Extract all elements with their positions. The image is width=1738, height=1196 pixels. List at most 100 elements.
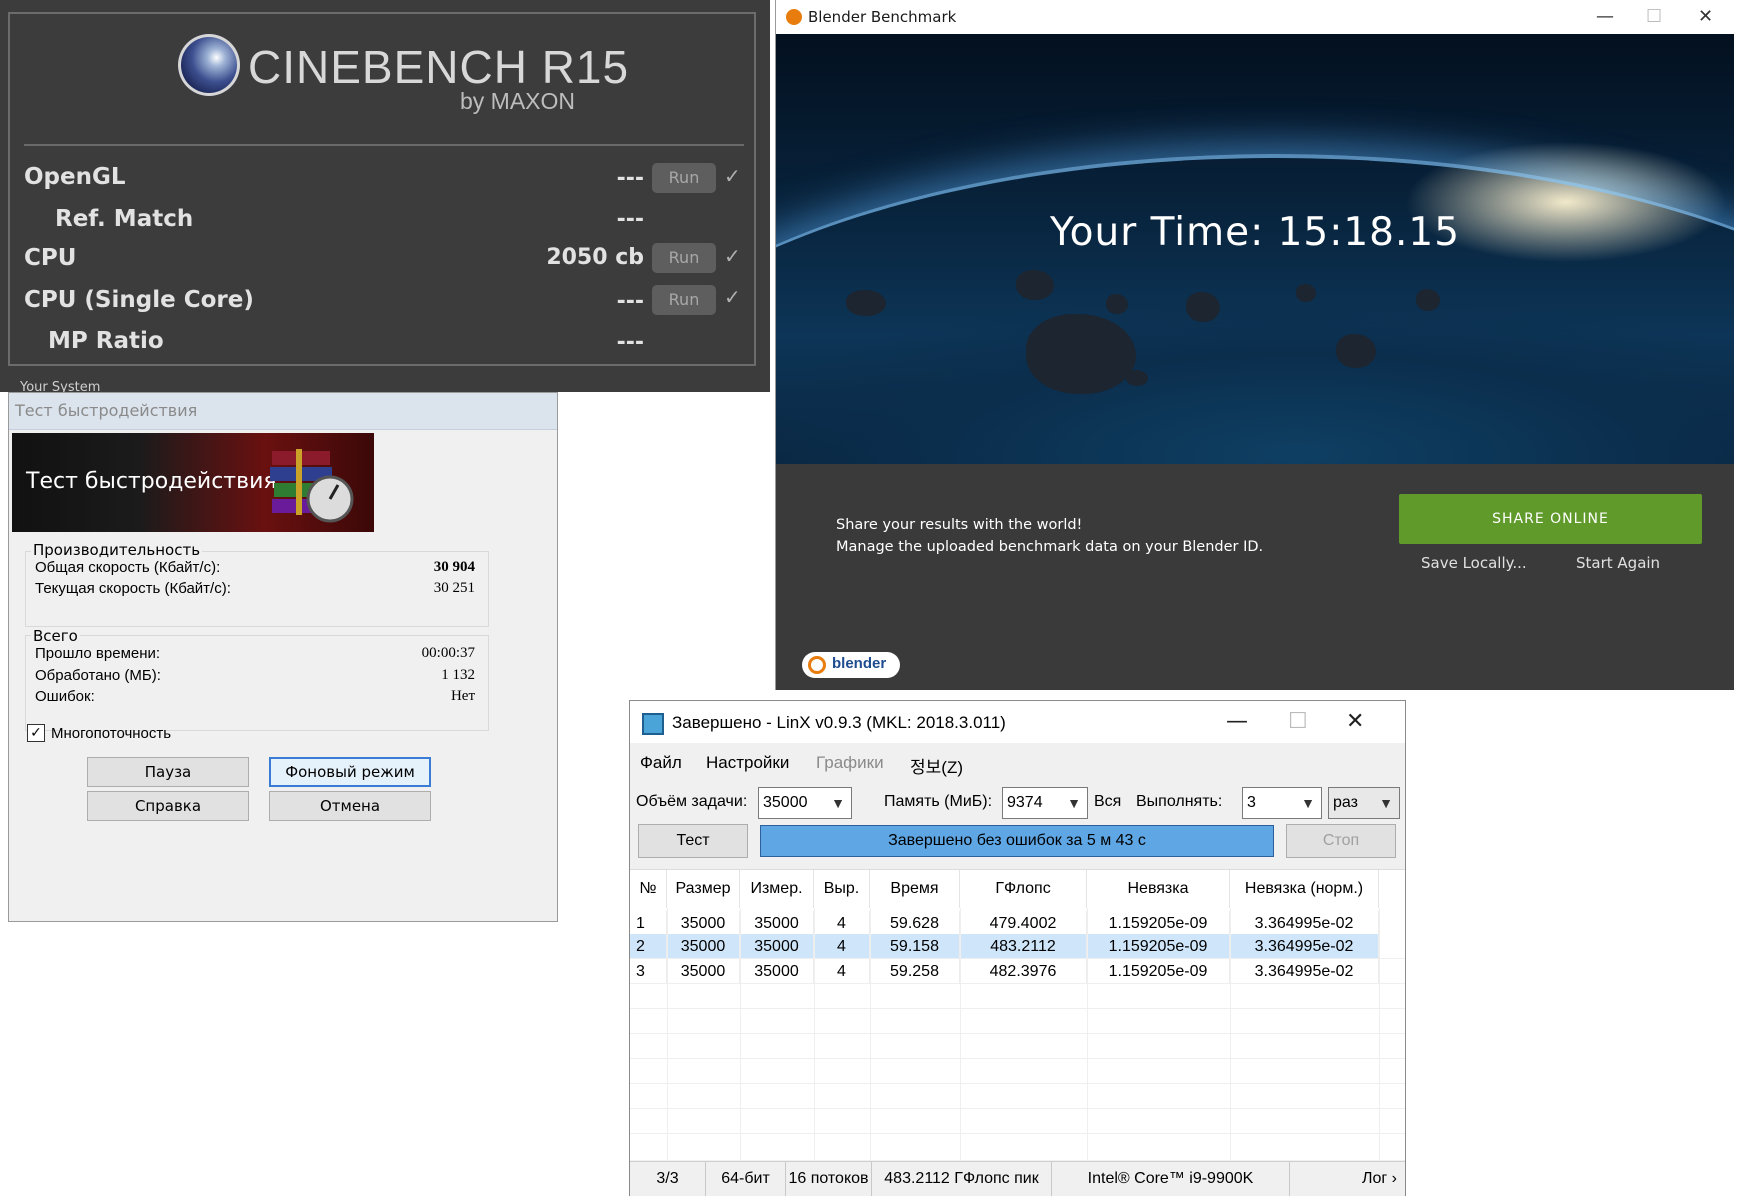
table-cell[interactable]: 4: [814, 959, 870, 984]
menu-file[interactable]: Файл: [640, 753, 682, 773]
status-runs: 3/3: [630, 1162, 706, 1196]
processed-value: 1 132: [441, 667, 475, 683]
errors-label: Ошибок:: [35, 688, 95, 705]
multithread-label[interactable]: Многопоточность: [51, 725, 171, 742]
close-icon[interactable]: ✕: [1346, 709, 1364, 734]
total-group-label: Всего: [31, 627, 80, 645]
table-cell[interactable]: 4: [814, 934, 870, 959]
cpu-single-label: CPU (Single Core): [24, 287, 254, 313]
table-cell[interactable]: 35000: [740, 959, 814, 984]
opengl-run-button[interactable]: Run: [652, 163, 716, 193]
table-cell[interactable]: 2: [630, 934, 667, 959]
all-memory-label[interactable]: Вся: [1094, 793, 1121, 811]
col-header-residual-norm[interactable]: Невязка (норм.): [1230, 870, 1379, 908]
problem-size-value: 35000: [763, 794, 808, 811]
asteroid: [1186, 292, 1220, 322]
table-cell[interactable]: 35000: [667, 959, 740, 984]
winrar-titlebar[interactable]: Тест быстродействия: [9, 393, 557, 430]
run-unit-combo[interactable]: раз ▼: [1328, 787, 1400, 819]
table-cell[interactable]: 59.158: [870, 934, 960, 959]
table-cell[interactable]: 35000: [667, 911, 740, 936]
cpu-single-run-button[interactable]: Run: [652, 285, 716, 315]
table-cell[interactable]: 35000: [740, 934, 814, 959]
cpu-check-icon[interactable]: ✓: [724, 244, 741, 268]
memory-combo[interactable]: 9374 ▼: [1002, 787, 1088, 819]
cpu-run-button[interactable]: Run: [652, 243, 716, 273]
cancel-button[interactable]: Отмена: [269, 791, 431, 821]
overall-speed-value: 30 904: [433, 559, 475, 575]
col-header-residual[interactable]: Невязка: [1087, 870, 1230, 908]
menu-settings[interactable]: Настройки: [706, 753, 789, 773]
col-header-num[interactable]: №: [630, 870, 667, 908]
ref-match-value: ---: [616, 207, 644, 232]
linx-titlebar[interactable]: Завершено - LinX v0.9.3 (MKL: 2018.3.011…: [630, 701, 1405, 743]
table-cell[interactable]: 35000: [740, 911, 814, 936]
table-cell[interactable]: 3.364995e-02: [1230, 959, 1379, 984]
planet-horizon: [776, 154, 1734, 464]
share-online-button[interactable]: SHARE ONLINE: [1399, 494, 1702, 544]
chevron-down-icon: ▼: [831, 795, 845, 811]
multithread-checkbox[interactable]: ✓: [27, 724, 45, 742]
cinebench-divider: [24, 144, 744, 146]
chevron-down-icon: ▼: [1379, 795, 1393, 811]
minimize-icon[interactable]: —: [1226, 709, 1248, 734]
problem-size-combo[interactable]: 35000 ▼: [758, 787, 852, 819]
cpu-value: 2050 cb: [546, 245, 644, 270]
table-cell[interactable]: 35000: [667, 934, 740, 959]
table-cell[interactable]: 479.4002: [960, 911, 1087, 936]
status-peak-gflops: 483.2112 ГФлопс пик: [872, 1162, 1052, 1196]
run-unit-value: раз: [1333, 794, 1358, 811]
cinebench-logo-text: CINEBENCH R15: [248, 41, 630, 93]
col-header-dim[interactable]: Измер.: [740, 870, 814, 908]
menu-graphs: Графики: [816, 753, 884, 772]
help-button[interactable]: Справка: [87, 791, 249, 821]
errors-value: Нет: [450, 688, 475, 704]
results-table: № Размер Измер. Выр. Время ГФлопс Невязк…: [630, 869, 1405, 1160]
share-line-2: Manage the uploaded benchmark data on yo…: [836, 539, 1264, 555]
table-cell[interactable]: 1.159205e-09: [1087, 959, 1230, 984]
log-toggle[interactable]: Лог ›: [1290, 1162, 1405, 1196]
table-cell[interactable]: 3: [630, 959, 667, 984]
test-button[interactable]: Тест: [638, 824, 748, 858]
table-cell[interactable]: 4: [814, 911, 870, 936]
col-header-align[interactable]: Выр.: [814, 870, 870, 908]
grid-line: [630, 1008, 1405, 1009]
blender-titlebar[interactable]: Blender Benchmark — ☐ ✕: [776, 0, 1738, 34]
table-cell[interactable]: 59.628: [870, 911, 960, 936]
cinebench-logo-icon: [178, 34, 240, 96]
grid-line: [630, 1133, 1405, 1134]
elapsed-value: 00:00:37: [421, 645, 475, 661]
table-cell[interactable]: 59.258: [870, 959, 960, 984]
grid-line: [1379, 908, 1380, 1160]
col-header-time[interactable]: Время: [870, 870, 960, 908]
start-again-link[interactable]: Start Again: [1576, 554, 1660, 572]
table-cell[interactable]: 3.364995e-02: [1230, 911, 1379, 936]
minimize-icon[interactable]: —: [1596, 6, 1614, 27]
background-mode-button[interactable]: Фоновый режим: [269, 757, 431, 787]
cpu-single-check-icon[interactable]: ✓: [724, 285, 741, 309]
col-header-size[interactable]: Размер: [667, 870, 740, 908]
status-cpu: Intel® Core™ i9-9900K: [1052, 1162, 1290, 1196]
mp-ratio-label: MP Ratio: [48, 328, 164, 354]
menu-info[interactable]: 정보(Z): [910, 753, 963, 778]
your-time-text: Your Time: 15:18.15: [1049, 210, 1461, 255]
opengl-check-icon[interactable]: ✓: [724, 164, 741, 188]
table-cell[interactable]: 1: [630, 911, 667, 936]
table-cell[interactable]: 483.2112: [960, 934, 1087, 959]
run-count-combo[interactable]: 3 ▼: [1242, 787, 1322, 819]
asteroid: [1106, 294, 1128, 314]
maximize-icon[interactable]: ☐: [1646, 6, 1662, 27]
pause-button[interactable]: Пауза: [87, 757, 249, 787]
table-cell[interactable]: 1.159205e-09: [1087, 934, 1230, 959]
table-cell[interactable]: 3.364995e-02: [1230, 934, 1379, 959]
close-icon[interactable]: ✕: [1698, 6, 1713, 27]
save-locally-link[interactable]: Save Locally...: [1421, 554, 1527, 572]
chevron-down-icon: ▼: [1301, 795, 1315, 811]
table-cell[interactable]: 482.3976: [960, 959, 1087, 984]
grid-line: [630, 1108, 1405, 1109]
col-header-gflops[interactable]: ГФлопс: [960, 870, 1087, 908]
table-cell[interactable]: 1.159205e-09: [1087, 911, 1230, 936]
blender-app-icon: [786, 9, 802, 25]
maximize-icon[interactable]: ☐: [1288, 709, 1308, 734]
asteroid: [1296, 284, 1316, 302]
